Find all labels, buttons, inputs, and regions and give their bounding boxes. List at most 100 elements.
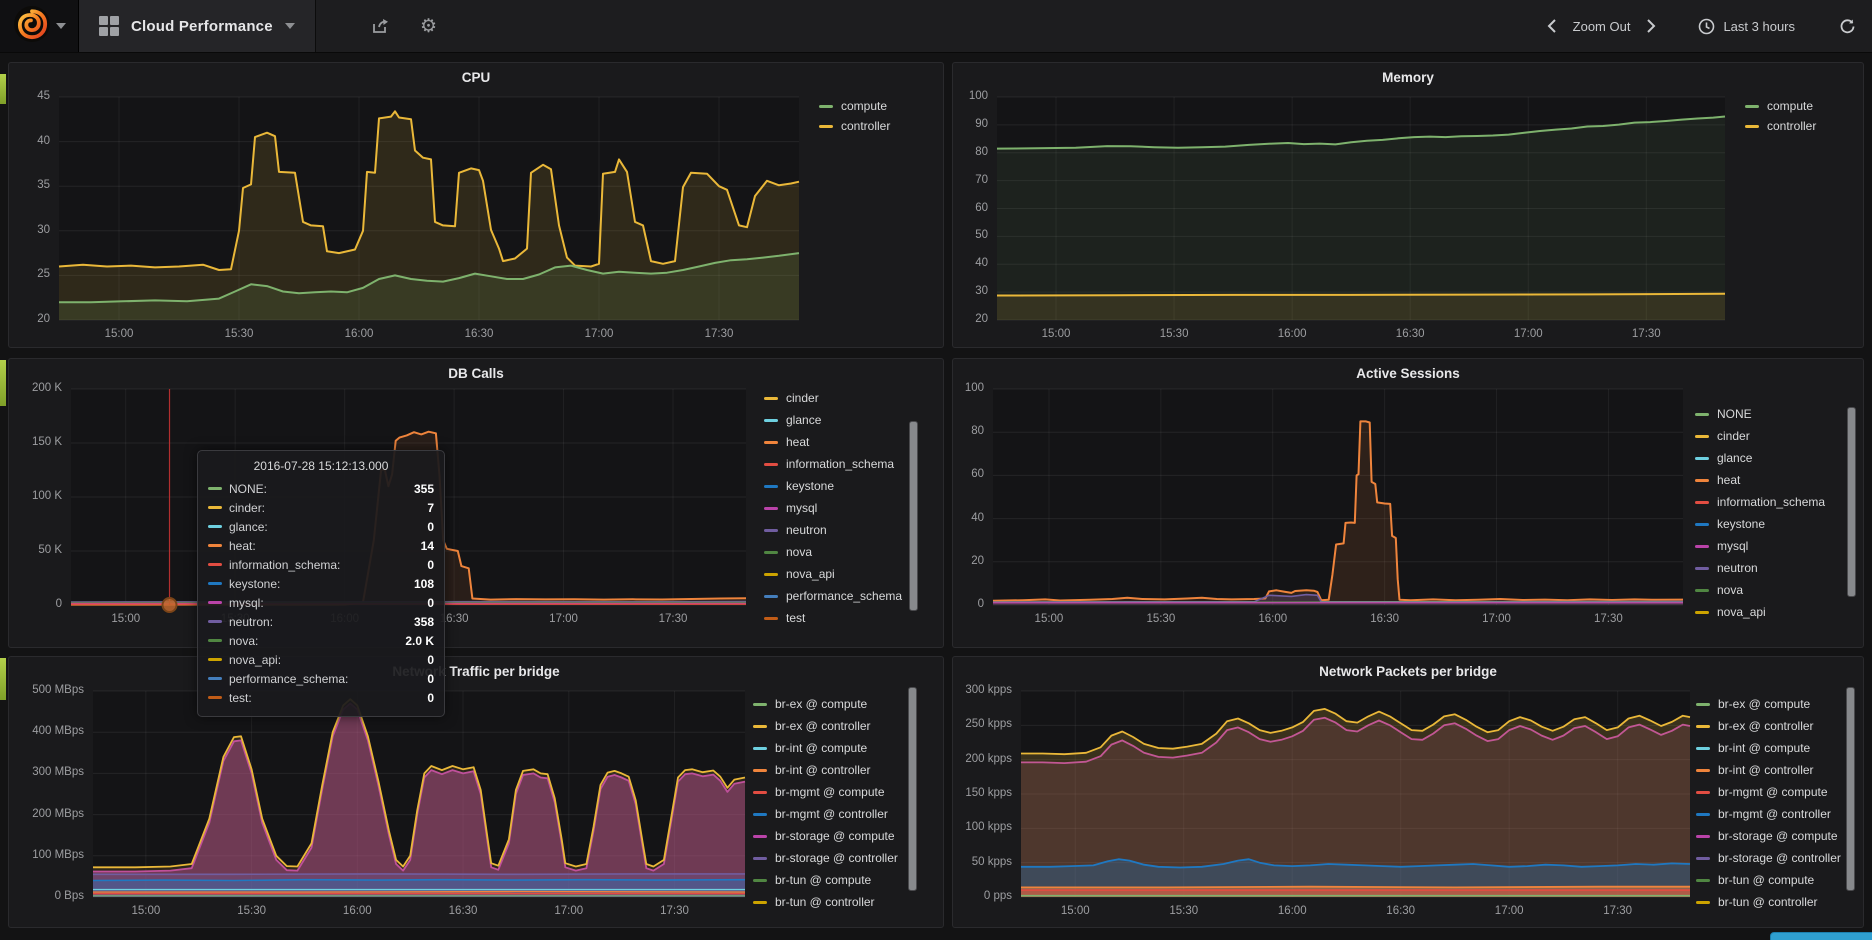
legend-swatch xyxy=(764,617,778,620)
legend-item[interactable]: br-tun @ controller xyxy=(753,891,898,913)
legend-item[interactable]: compute xyxy=(819,96,890,116)
y-tick-label: 45 xyxy=(9,90,50,102)
legend-label: nova_api xyxy=(1717,605,1766,619)
legend-item[interactable]: cinder xyxy=(1695,425,1825,447)
legend-label: information_schema xyxy=(786,457,894,471)
refresh-icon[interactable] xyxy=(1839,18,1856,35)
chart-net_packets[interactable] xyxy=(1021,691,1690,897)
gear-icon[interactable]: ⚙ xyxy=(420,17,437,36)
legend-label: br-mgmt @ compute xyxy=(775,785,885,799)
legend-item[interactable]: br-int @ compute xyxy=(753,737,898,759)
legend-swatch xyxy=(764,419,778,422)
legend-item[interactable]: NONE xyxy=(1695,403,1825,425)
legend-label: mysql xyxy=(786,501,817,515)
chevron-left-icon[interactable] xyxy=(1547,18,1557,34)
legend-item[interactable]: glance xyxy=(1695,447,1825,469)
legend-item[interactable]: nova_api xyxy=(1695,601,1825,623)
panel-title-net_packets[interactable]: Network Packets per bridge xyxy=(953,664,1863,679)
y-tick-label: 0 pps xyxy=(953,890,1012,902)
panel-title-net_traffic[interactable]: Network Traffic per bridge xyxy=(9,664,943,679)
legend-item[interactable]: heat xyxy=(1695,469,1825,491)
legend-item[interactable]: nova xyxy=(1695,579,1825,601)
legend-item[interactable]: cinder xyxy=(764,387,902,409)
legend-item[interactable]: br-mgmt @ controller xyxy=(1696,803,1841,825)
legend-item[interactable]: br-mgmt @ controller xyxy=(753,803,898,825)
legend-item[interactable]: br-storage @ controller xyxy=(753,847,898,869)
legend-swatch xyxy=(1696,703,1710,706)
legend-item[interactable]: br-storage @ controller xyxy=(1696,847,1841,869)
legend-item[interactable]: br-ex @ compute xyxy=(753,693,898,715)
legend-item[interactable]: mysql xyxy=(764,497,902,519)
y-tick-label: 70 xyxy=(953,174,988,186)
legend-item[interactable]: br-mgmt @ compute xyxy=(1696,781,1841,803)
legend-item[interactable]: br-tun @ compute xyxy=(1696,869,1841,891)
legend-item[interactable]: nova_api xyxy=(764,563,902,585)
y-tick-label: 25 xyxy=(9,268,50,280)
legend-swatch xyxy=(1695,457,1709,460)
chart-net_traffic[interactable] xyxy=(93,691,745,897)
legend-item[interactable]: controller xyxy=(1745,116,1816,136)
legend-scrollbar[interactable] xyxy=(1847,407,1856,597)
zoom-out-button[interactable]: Zoom Out xyxy=(1573,19,1631,34)
legend-item[interactable]: heat xyxy=(764,431,902,453)
legend-item[interactable]: neutron xyxy=(764,519,902,541)
legend-swatch xyxy=(1696,747,1710,750)
legend-item[interactable]: performance_schema xyxy=(764,585,902,607)
legend-item[interactable]: compute xyxy=(1745,96,1816,116)
tooltip-series-value: 0 xyxy=(427,691,434,705)
legend-item[interactable]: br-tun @ controller xyxy=(1696,891,1841,913)
tooltip-series-value: 0 xyxy=(427,672,434,686)
legend-item[interactable]: test xyxy=(764,607,902,629)
legend-item[interactable]: br-storage @ compute xyxy=(1696,825,1841,847)
legend-item[interactable]: information_schema xyxy=(764,453,902,475)
legend-scrollbar[interactable] xyxy=(1846,687,1855,891)
legend-item[interactable]: glance xyxy=(764,409,902,431)
time-range-picker[interactable]: Last 3 hours xyxy=(1723,19,1795,34)
legend-swatch xyxy=(764,573,778,576)
clipped-button[interactable] xyxy=(1770,932,1872,940)
legend-item[interactable]: br-ex @ controller xyxy=(753,715,898,737)
chart-cpu[interactable] xyxy=(59,97,799,320)
legend-item[interactable]: information_schema xyxy=(1695,491,1825,513)
x-tick-label: 17:30 xyxy=(1618,328,1674,340)
y-tick-label: 300 kpps xyxy=(953,684,1012,696)
panel-title-memory[interactable]: Memory xyxy=(953,70,1863,85)
legend-item[interactable]: br-mgmt @ compute xyxy=(753,781,898,803)
share-icon[interactable] xyxy=(372,18,390,34)
legend-item[interactable]: controller xyxy=(819,116,890,136)
legend-label: br-storage @ controller xyxy=(1718,851,1841,865)
y-tick-label: 80 xyxy=(953,425,984,437)
legend-scrollbar[interactable] xyxy=(908,687,917,891)
legend-item[interactable]: br-int @ controller xyxy=(753,759,898,781)
legend-item[interactable]: keystone xyxy=(764,475,902,497)
legend-item[interactable]: br-int @ controller xyxy=(1696,759,1841,781)
tooltip-series-name: neutron: xyxy=(229,615,414,629)
legend-item[interactable]: mysql xyxy=(1695,535,1825,557)
tooltip-series-name: heat: xyxy=(229,539,421,553)
chevron-right-icon[interactable] xyxy=(1646,18,1656,34)
chart-active_sessions[interactable] xyxy=(993,389,1683,605)
legend-label: controller xyxy=(1767,119,1816,133)
grafana-menu-button[interactable] xyxy=(0,0,79,52)
panel-title-cpu[interactable]: CPU xyxy=(9,70,943,85)
legend-item[interactable]: br-ex @ compute xyxy=(1696,693,1841,715)
legend-item[interactable]: nova xyxy=(764,541,902,563)
legend-swatch xyxy=(753,857,767,860)
dashboard-grid-icon xyxy=(99,16,119,36)
legend-swatch xyxy=(753,879,767,882)
legend-scrollbar[interactable] xyxy=(909,421,918,611)
legend-item[interactable]: neutron xyxy=(1695,557,1825,579)
legend-item[interactable]: br-storage @ compute xyxy=(753,825,898,847)
tooltip-row: cinder:7 xyxy=(208,498,434,517)
legend-item[interactable]: br-int @ compute xyxy=(1696,737,1841,759)
legend-item[interactable]: keystone xyxy=(1695,513,1825,535)
panel-title-db_calls[interactable]: DB Calls xyxy=(9,366,943,381)
legend-label: keystone xyxy=(786,479,834,493)
legend-swatch xyxy=(819,125,833,128)
chart-memory[interactable] xyxy=(997,97,1725,320)
clock-icon[interactable] xyxy=(1698,18,1715,35)
dashboard-title-dropdown[interactable]: Cloud Performance xyxy=(79,0,316,52)
legend-item[interactable]: br-ex @ controller xyxy=(1696,715,1841,737)
legend-item[interactable]: br-tun @ compute xyxy=(753,869,898,891)
panel-title-active_sessions[interactable]: Active Sessions xyxy=(953,366,1863,381)
